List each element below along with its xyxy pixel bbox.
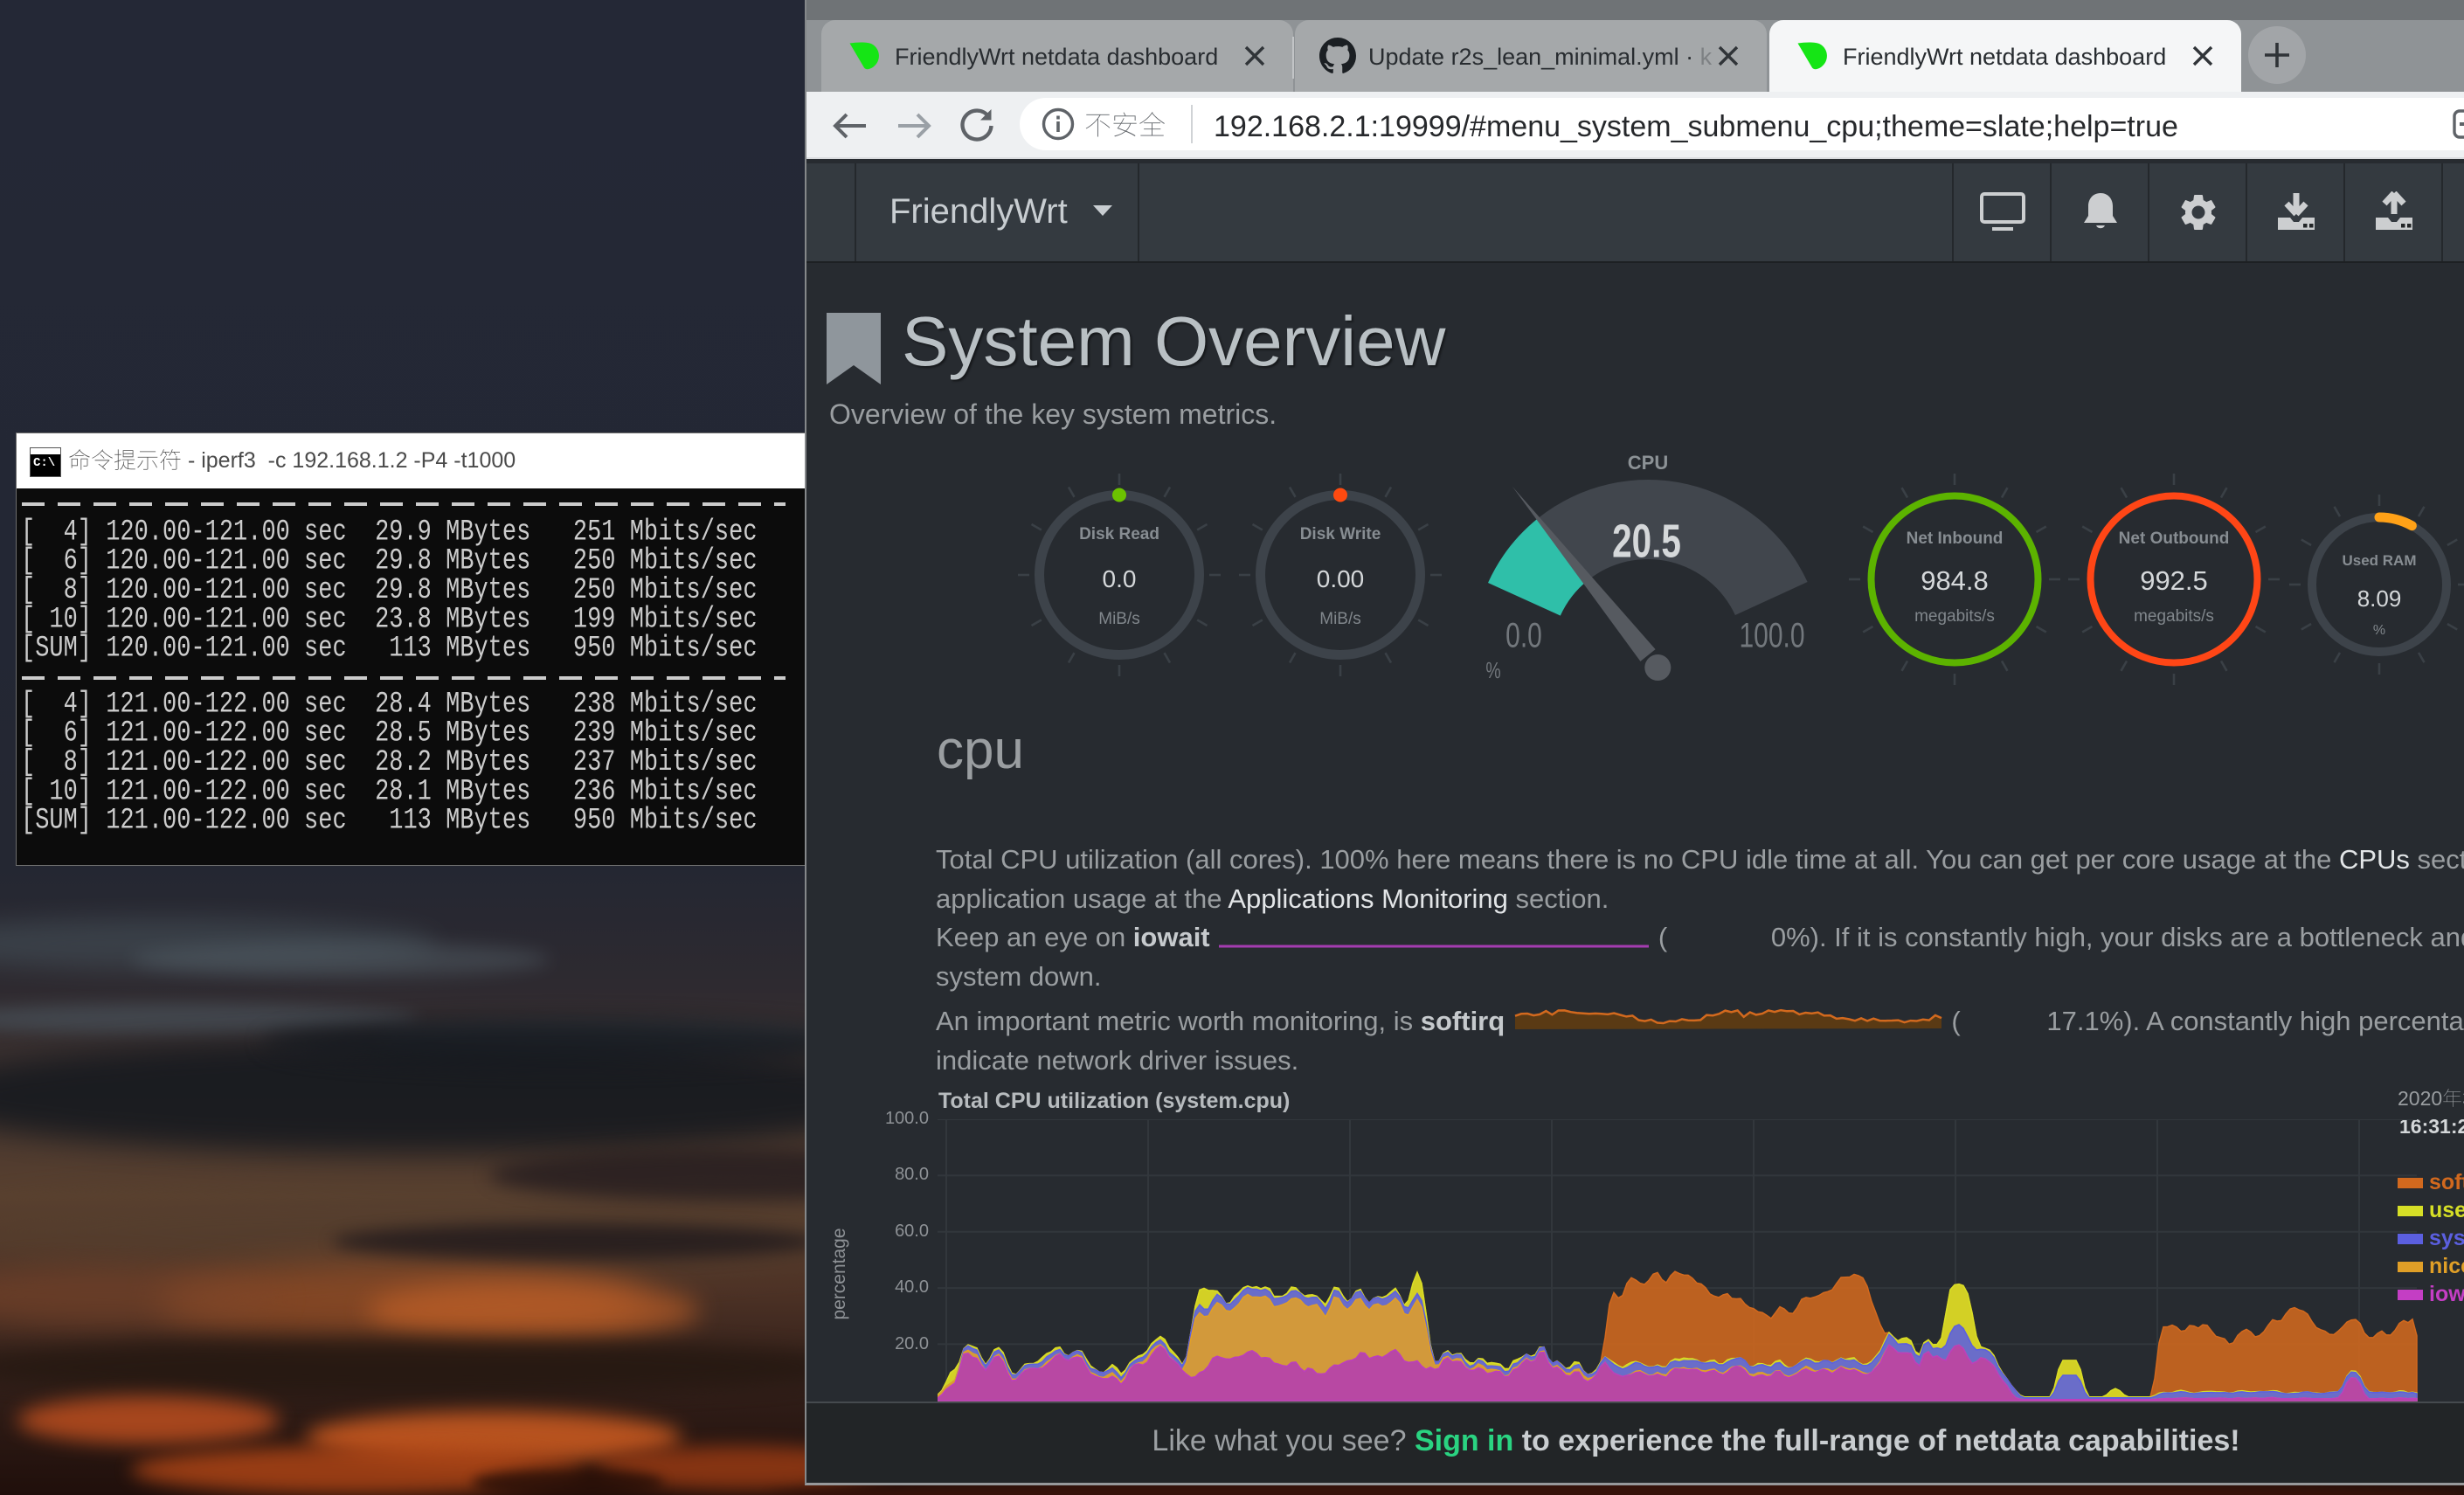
svg-text:CPU: CPU [1628,452,1668,474]
svg-text:0.0: 0.0 [1103,565,1137,592]
svg-text:%: % [2373,623,2385,638]
svg-text:Used RAM: Used RAM [2342,552,2416,569]
svg-text:megabits/s: megabits/s [2134,607,2214,626]
svg-text:20.5: 20.5 [1612,516,1681,568]
svg-text:0.0: 0.0 [1505,616,1542,654]
svg-text:8.09: 8.09 [2357,585,2402,612]
svg-text:MiB/s: MiB/s [1319,610,1361,628]
svg-text:megabits/s: megabits/s [1914,607,1995,626]
svg-text:Disk Read: Disk Read [1079,525,1159,543]
svg-text:0.00: 0.00 [1317,565,1365,592]
svg-text:Disk Write: Disk Write [1300,525,1381,543]
svg-text:984.8: 984.8 [1921,565,1989,596]
svg-text:MiB/s: MiB/s [1098,610,1140,628]
svg-text:%: % [1485,657,1500,682]
svg-text:Net Outbound: Net Outbound [2119,529,2230,548]
svg-text:992.5: 992.5 [2140,565,2208,596]
svg-text:Net Inbound: Net Inbound [1907,529,2004,548]
svg-text:100.0: 100.0 [1739,616,1804,654]
